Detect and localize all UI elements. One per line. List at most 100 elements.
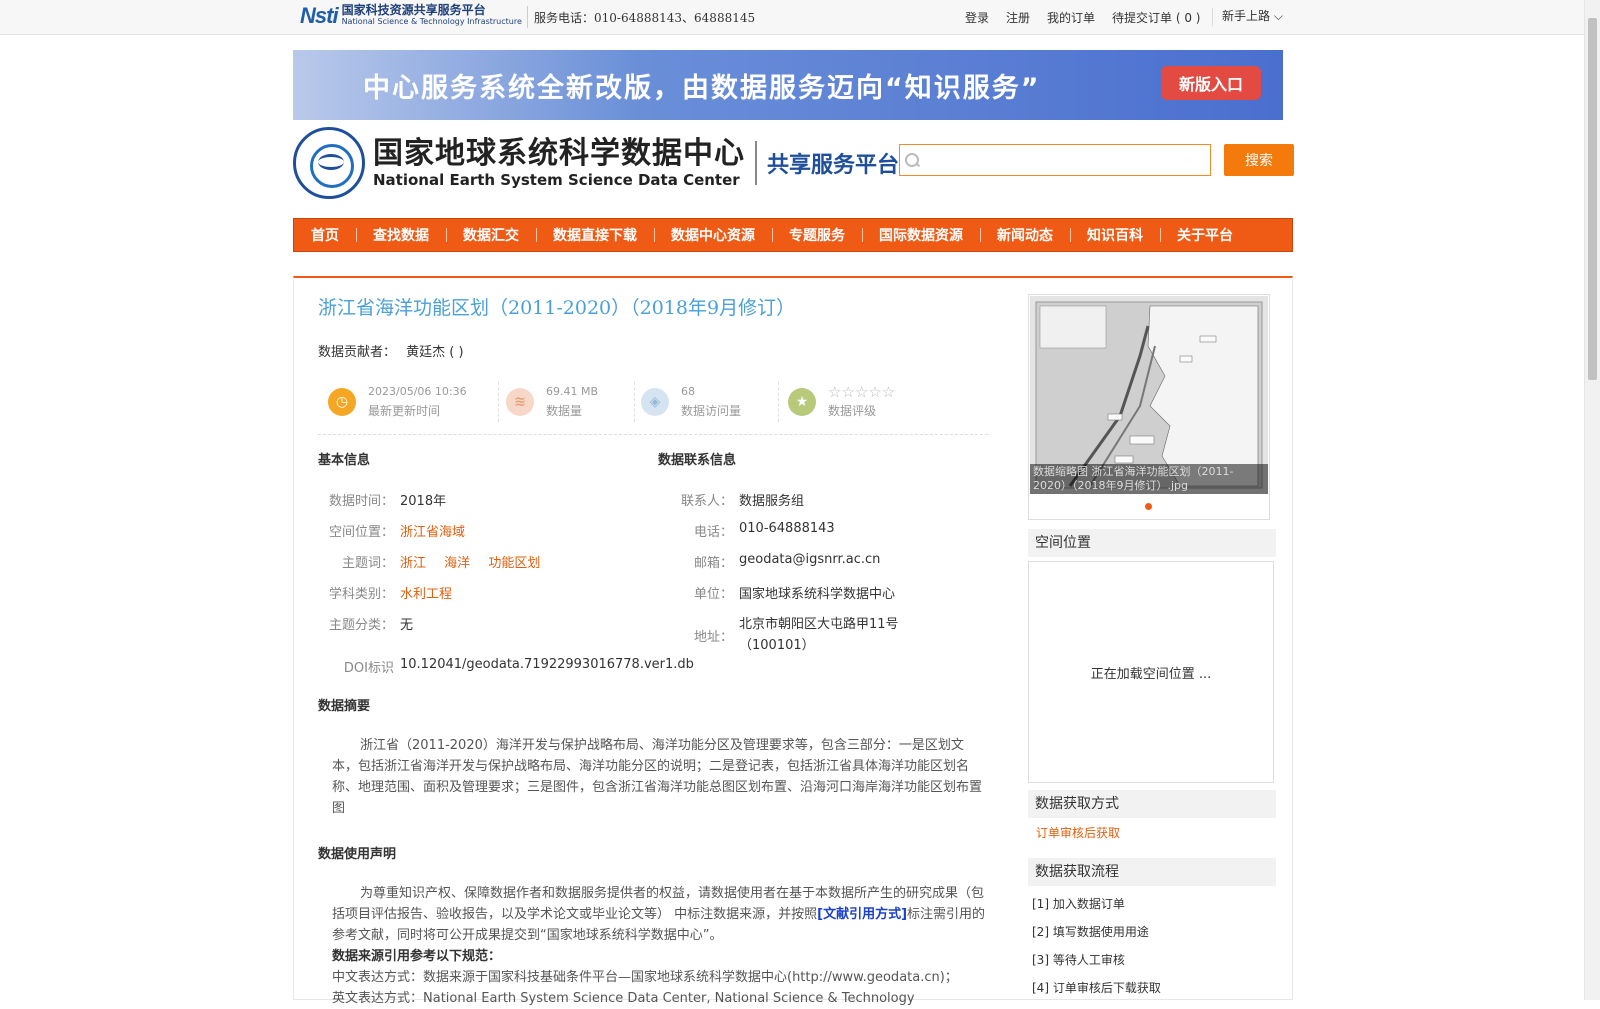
main-nav: 首页 查找数据 数据汇交 数据直接下载 数据中心资源 专题服务 国际数据资源 新…: [293, 218, 1293, 252]
clock-icon: ◷: [328, 388, 356, 416]
info-value: 010-64888143: [739, 521, 835, 536]
abstract-text: 浙江省（2011-2020）海洋开发与保护战略布局、海洋功能分区及管理要求等，包…: [332, 738, 983, 816]
search-button[interactable]: 搜索: [1224, 144, 1294, 176]
stat-data-size: ≋ 69.41 MB 数据量: [506, 380, 598, 424]
carousel-dot[interactable]: [1145, 503, 1152, 510]
search-input[interactable]: [925, 151, 1209, 169]
platform-name: 共享服务平台: [767, 153, 900, 178]
contact-info-heading: 数据联系信息: [658, 453, 737, 468]
info-value: 2018年: [400, 494, 447, 509]
nav-news[interactable]: 新闻动态: [980, 225, 1070, 245]
dataset-stats: ◷ 2023/05/06 10:36 最新更新时间 ≋ 69.41 MB 数据量…: [318, 380, 988, 435]
nsti-logo[interactable]: Nsti 国家科技资源共享服务平台 National Science & Tec…: [300, 2, 522, 30]
search-icon: [905, 153, 919, 167]
info-label: 地址：: [693, 629, 733, 645]
keyword-link[interactable]: 浙江: [400, 556, 426, 571]
my-orders-link[interactable]: 我的订单: [1047, 9, 1095, 26]
discipline-link[interactable]: 水利工程: [400, 583, 452, 602]
info-label: 空间位置：: [328, 525, 394, 540]
search-box[interactable]: [899, 144, 1211, 176]
abstract-heading: 数据摘要: [318, 699, 371, 714]
info-label: 邮箱：: [693, 556, 733, 571]
address-line: （100101）: [739, 638, 815, 653]
contact-row-email: 邮箱： geodata@igsnrr.ac.cn: [661, 552, 880, 571]
new-version-button[interactable]: 新版入口: [1161, 66, 1261, 100]
stat-label: 数据量: [546, 404, 583, 418]
usage-cn-format: 中文表达方式：数据来源于国家科技基础条件平台—国家地球系统科学数据中心(http…: [332, 970, 958, 985]
thumbnail-caption: 数据缩略图 浙江省海洋功能区划（2011-2020）（2018年9月修订）.jp…: [1030, 464, 1268, 494]
process-step: [2] 填写数据使用用途: [1032, 925, 1149, 939]
stat-label: 数据访问量: [681, 404, 742, 418]
email-value[interactable]: geodata@igsnrr.ac.cn: [739, 552, 880, 571]
promo-banner[interactable]: 中心服务系统全新改版，由数据服务迈向“知识服务” 新版入口: [293, 50, 1283, 120]
divider: [778, 382, 780, 422]
dataset-thumbnail-image[interactable]: 数据缩略图 浙江省海洋功能区划（2011-2020）（2018年9月修订）.jp…: [1030, 296, 1268, 494]
info-row-doi: DOI标识 10.12041/geodata.71922993016778.ve…: [322, 657, 694, 676]
info-row-space: 空间位置： 浙江省海域: [322, 521, 465, 540]
info-label: 主题词：: [341, 556, 394, 571]
login-link[interactable]: 登录: [965, 9, 989, 26]
nav-international-resources[interactable]: 国际数据资源: [862, 225, 980, 245]
nav-topic-services[interactable]: 专题服务: [772, 225, 862, 245]
logo-title-cn: 国家地球系统科学数据中心: [373, 136, 745, 171]
layers-icon: ≋: [506, 388, 534, 416]
contributor: 数据贡献者： 黄廷杰 ( ): [318, 341, 464, 360]
contributor-name[interactable]: 黄廷杰 ( ): [406, 345, 463, 360]
citation-method-link[interactable]: [文献引用方式]: [817, 907, 907, 922]
keyword-link[interactable]: 功能区划: [488, 556, 540, 571]
nav-direct-download[interactable]: 数据直接下载: [536, 225, 654, 245]
info-label: 数据时间：: [328, 494, 394, 509]
info-label: DOI标识: [343, 661, 394, 676]
address-line: 北京市朝阳区大屯路甲11号: [739, 617, 899, 632]
scrollbar-thumb[interactable]: [1588, 18, 1597, 380]
site-logo[interactable]: 国家地球系统科学数据中心 National Earth System Scien…: [293, 127, 899, 199]
contributor-label: 数据贡献者：: [318, 345, 397, 360]
info-value: 数据服务组: [739, 494, 805, 509]
beginner-guide-dropdown[interactable]: 新手上路 ⌵: [1222, 7, 1283, 24]
dataset-title: 浙江省海洋功能区划（2011-2020）（2018年9月修订）: [318, 297, 796, 319]
usage-statement: 为尊重知识产权、保障数据作者和数据服务提供者的权益，请数据使用者在基于本数据所产…: [332, 883, 987, 946]
stat-value: 2023/05/06 10:36: [368, 385, 467, 398]
stat-rating: ★ ☆☆☆☆☆ 数据评级: [788, 380, 895, 424]
space-location-map[interactable]: 正在加载空间位置 ...: [1028, 561, 1274, 783]
top-bar: Nsti 国家科技资源共享服务平台 National Science & Tec…: [0, 0, 1585, 35]
info-label: 学科类别：: [328, 587, 394, 602]
info-label: 主题分类：: [328, 618, 394, 633]
nav-about[interactable]: 关于平台: [1160, 225, 1250, 245]
access-method-value[interactable]: 订单审核后获取: [1036, 824, 1120, 841]
divider: [1212, 8, 1213, 26]
divider: [498, 382, 500, 422]
stat-visits: ◈ 68 数据访问量: [641, 380, 741, 424]
pending-orders-link[interactable]: 待提交订单 ( 0 ): [1112, 9, 1200, 26]
info-label: 单位：: [693, 587, 733, 602]
info-value: 无: [400, 618, 414, 633]
doi-value[interactable]: 10.12041/geodata.71922993016778.ver1.db: [400, 657, 694, 676]
space-location-heading: 空间位置: [1028, 529, 1276, 557]
basic-info-heading: 基本信息: [318, 453, 371, 468]
page-scrollbar[interactable]: [1584, 0, 1600, 1000]
rating-stars[interactable]: ☆☆☆☆☆: [828, 383, 895, 401]
info-value: 国家地球系统科学数据中心: [739, 587, 896, 602]
service-phone: 服务电话：010-64888143、64888145: [534, 11, 756, 25]
thumbnail-carousel[interactable]: 数据缩略图 浙江省海洋功能区划（2011-2020）（2018年9月修订）.jp…: [1028, 294, 1270, 520]
nav-data-submit[interactable]: 数据汇交: [446, 225, 536, 245]
stat-label: 数据评级: [828, 404, 877, 418]
top-links: 登录 注册 我的订单 待提交订单 ( 0 ): [965, 9, 1218, 26]
nav-find-data[interactable]: 查找数据: [356, 225, 446, 245]
access-process-heading: 数据获取流程: [1028, 858, 1276, 886]
nav-home[interactable]: 首页: [294, 225, 356, 245]
map-loading-text: 正在加载空间位置 ...: [1090, 666, 1212, 682]
usage-rule: 数据来源引用参考以下规范：: [332, 949, 502, 964]
process-step: [4] 订单审核后下载获取: [1032, 981, 1161, 995]
tag-icon: ◈: [641, 388, 669, 416]
nav-knowledge[interactable]: 知识百科: [1070, 225, 1160, 245]
logo-title-en: National Earth System Science Data Cente…: [373, 171, 740, 189]
info-row-theme: 主题分类： 无: [322, 614, 413, 633]
register-link[interactable]: 注册: [1006, 9, 1030, 26]
divider: [527, 6, 528, 28]
keyword-link[interactable]: 海洋: [444, 556, 470, 571]
info-row-discipline: 学科类别： 水利工程: [322, 583, 452, 602]
contact-row-phone: 电话： 010-64888143: [661, 521, 835, 540]
nav-center-resources[interactable]: 数据中心资源: [654, 225, 772, 245]
space-location-link[interactable]: 浙江省海域: [400, 521, 465, 540]
